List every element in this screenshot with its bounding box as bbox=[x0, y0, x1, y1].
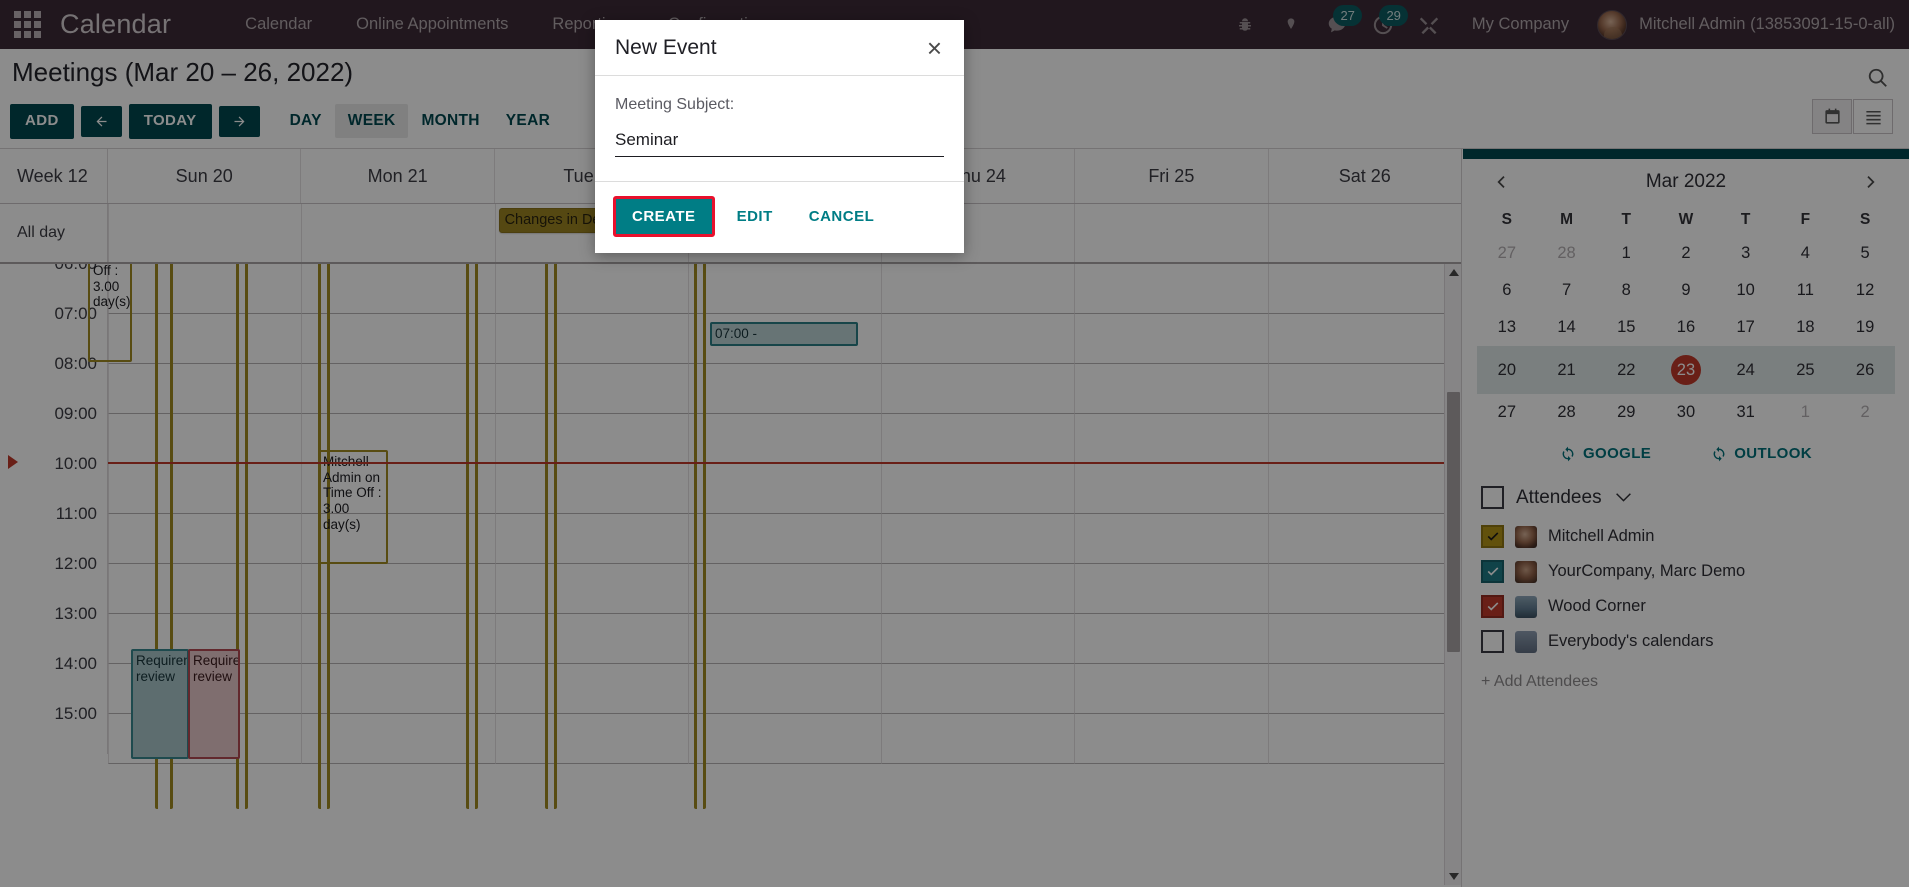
modal-body: Meeting Subject: bbox=[595, 76, 964, 181]
meeting-subject-label: Meeting Subject: bbox=[615, 96, 735, 113]
edit-button[interactable]: EDIT bbox=[723, 199, 787, 234]
create-button-highlight: CREATE bbox=[613, 196, 715, 237]
modal-header: New Event × bbox=[595, 20, 964, 76]
close-icon[interactable]: × bbox=[925, 35, 944, 61]
odoo-calendar-app: Calendar Calendar Online Appointments Re… bbox=[0, 0, 1909, 887]
modal-title: New Event bbox=[615, 36, 717, 59]
meeting-subject-input[interactable] bbox=[615, 130, 944, 157]
new-event-dialog: New Event × Meeting Subject: CREATE EDIT… bbox=[595, 20, 964, 253]
create-button[interactable]: CREATE bbox=[616, 199, 712, 234]
modal-footer: CREATE EDIT CANCEL bbox=[595, 181, 964, 253]
cancel-button[interactable]: CANCEL bbox=[795, 199, 889, 234]
